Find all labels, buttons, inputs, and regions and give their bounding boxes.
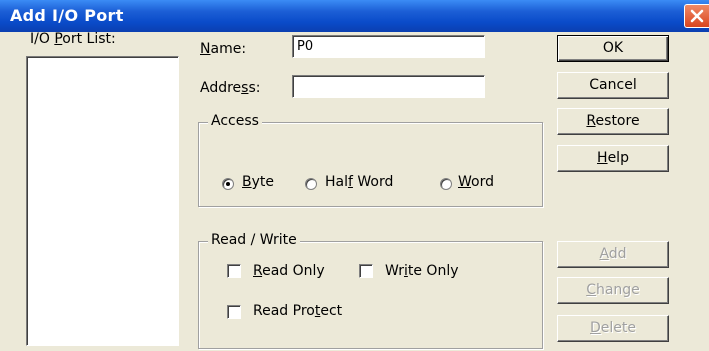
name-label: Name: [200,41,247,57]
byte-radio[interactable] [222,178,234,190]
radio-selected-dot [226,182,230,186]
read-write-legend: Read / Write [208,232,300,248]
write-only-label[interactable]: Write Only [385,263,459,279]
title-bar[interactable]: Add I/O Port [0,0,709,32]
close-x-icon [690,9,704,23]
cancel-button[interactable]: Cancel [557,72,669,99]
read-write-group [198,241,543,349]
read-only-label[interactable]: Read Only [253,263,325,279]
access-legend: Access [208,113,262,129]
byte-label[interactable]: Byte [242,174,274,190]
add-button[interactable]: Add [557,241,669,268]
read-protect-label[interactable]: Read Protect [253,303,342,319]
close-button[interactable] [684,4,709,28]
window-title: Add I/O Port [10,6,124,25]
port-list-label: I/O Port List: [30,31,116,47]
restore-button[interactable]: Restore [557,108,669,135]
help-button[interactable]: Help [557,145,669,172]
access-group [198,122,543,207]
read-only-checkbox[interactable] [227,264,241,278]
word-label[interactable]: Word [458,174,494,190]
address-input[interactable] [292,75,485,98]
address-label: Address: [200,80,261,96]
port-list[interactable] [26,56,179,346]
half-word-radio[interactable] [305,178,317,190]
name-input[interactable] [292,35,485,58]
read-protect-checkbox[interactable] [227,305,241,319]
word-radio[interactable] [440,178,452,190]
dialog-client-area: I/O Port List: Name: Address: Access Byt… [0,31,709,351]
ok-button[interactable]: OK [557,35,669,62]
delete-button[interactable]: Delete [557,315,669,342]
change-button[interactable]: Change [557,277,669,304]
half-word-label[interactable]: Half Word [325,174,393,190]
write-only-checkbox[interactable] [359,264,373,278]
